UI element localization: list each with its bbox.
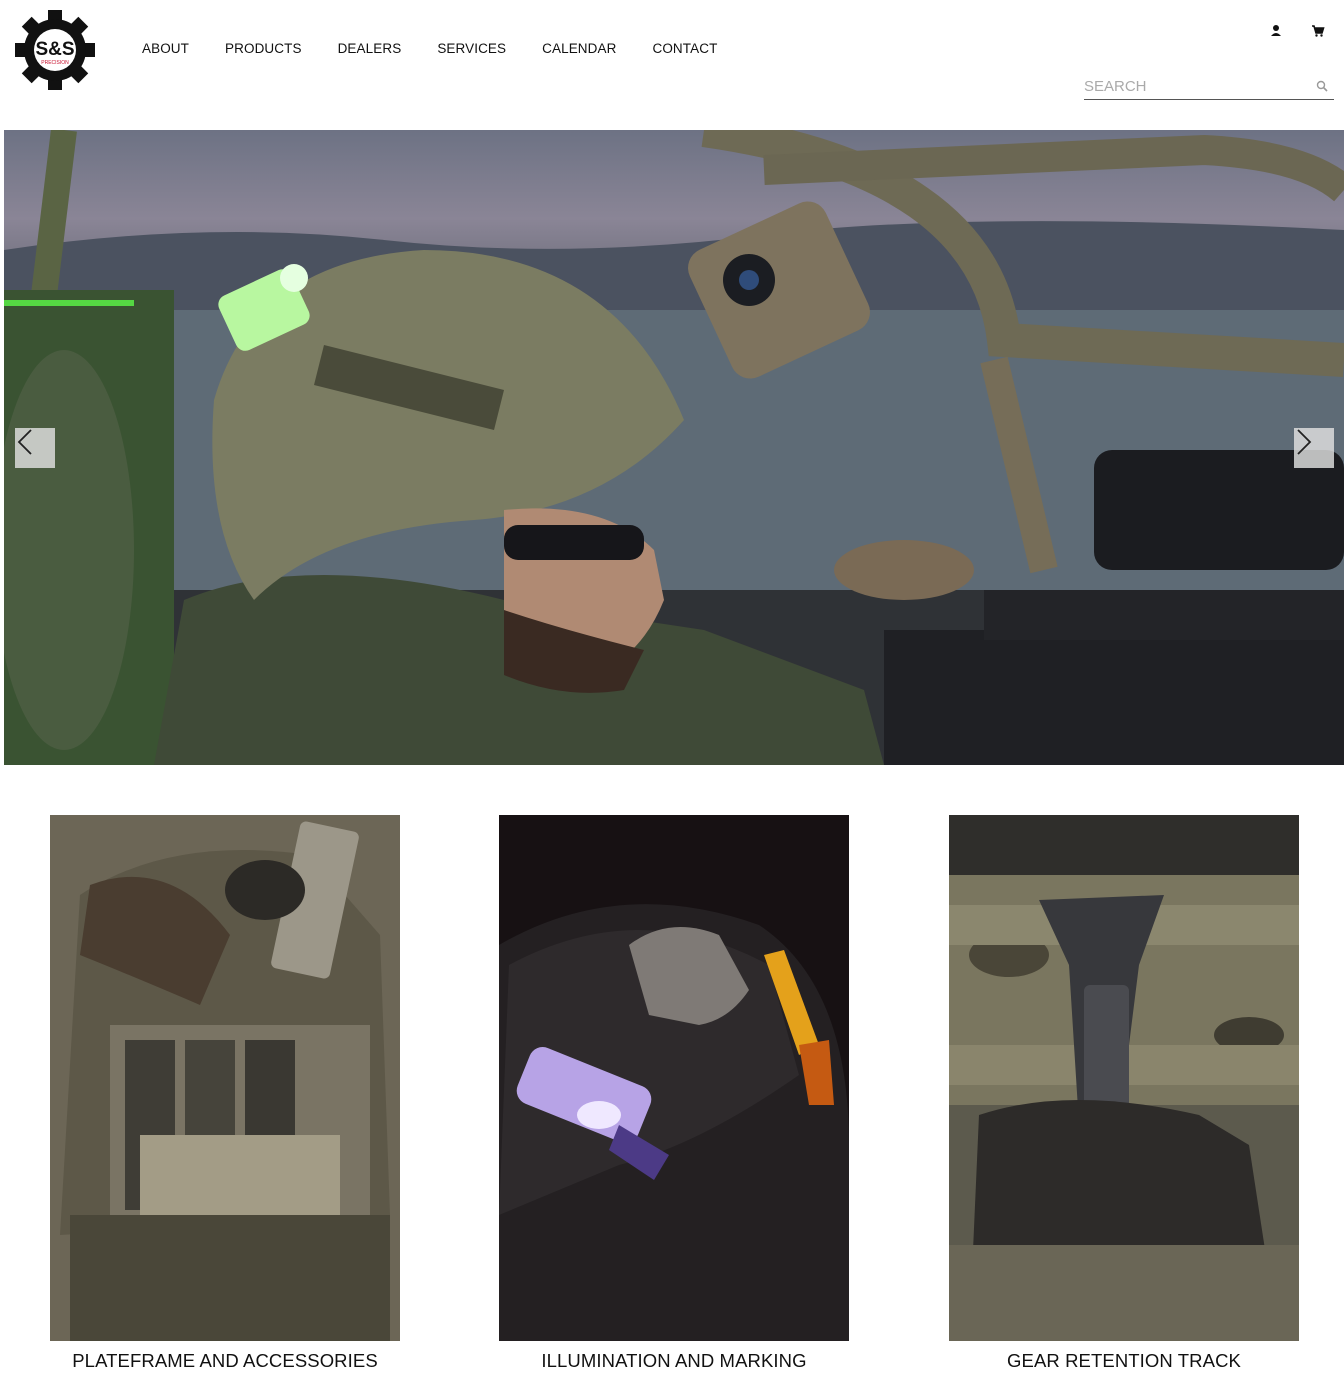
category-caption: PLATEFRAME AND ACCESSORIES bbox=[72, 1350, 378, 1371]
nav-item-about[interactable]: ABOUT bbox=[124, 38, 207, 60]
search-bar bbox=[1084, 72, 1334, 100]
hero-image bbox=[4, 130, 1344, 765]
hero-slider bbox=[4, 130, 1344, 765]
utility-links bbox=[1268, 20, 1326, 40]
user-icon[interactable] bbox=[1268, 20, 1284, 40]
category-tile-illumination[interactable]: ILLUMINATION AND MARKING bbox=[499, 815, 849, 1372]
logo-text: S&S bbox=[35, 39, 74, 60]
category-caption: GEAR RETENTION TRACK bbox=[1007, 1350, 1241, 1371]
category-image-illumination bbox=[499, 815, 849, 1341]
chevron-left-icon bbox=[17, 429, 32, 455]
nav-item-services[interactable]: SERVICES bbox=[419, 38, 524, 60]
slider-next-button[interactable] bbox=[1294, 428, 1334, 468]
main-nav: ABOUT PRODUCTS DEALERS SERVICES CALENDAR… bbox=[124, 38, 735, 60]
site-header: S&S PRECISION ABOUT PRODUCTS DEALERS SER… bbox=[0, 0, 1344, 130]
nav-item-calendar[interactable]: CALENDAR bbox=[524, 38, 634, 60]
site-logo[interactable]: S&S PRECISION bbox=[14, 10, 96, 90]
nav-item-products[interactable]: PRODUCTS bbox=[207, 38, 320, 60]
chevron-right-icon bbox=[1297, 429, 1312, 455]
search-icon[interactable] bbox=[1316, 79, 1328, 92]
category-caption: ILLUMINATION AND MARKING bbox=[541, 1350, 807, 1371]
search-input[interactable] bbox=[1084, 74, 1304, 98]
nav-item-dealers[interactable]: DEALERS bbox=[320, 38, 420, 60]
nav-item-contact[interactable]: CONTACT bbox=[634, 38, 735, 60]
slider-prev-button[interactable] bbox=[15, 428, 55, 468]
logo-subtext: PRECISION bbox=[41, 60, 69, 66]
category-image-plateframe bbox=[50, 815, 400, 1341]
cart-icon[interactable] bbox=[1310, 20, 1326, 40]
category-image-gear-retention bbox=[949, 815, 1299, 1341]
category-tile-gear-retention[interactable]: GEAR RETENTION TRACK bbox=[949, 815, 1299, 1372]
gear-logo-icon: S&S PRECISION bbox=[15, 10, 95, 90]
category-tile-plateframe[interactable]: PLATEFRAME AND ACCESSORIES bbox=[50, 815, 400, 1372]
